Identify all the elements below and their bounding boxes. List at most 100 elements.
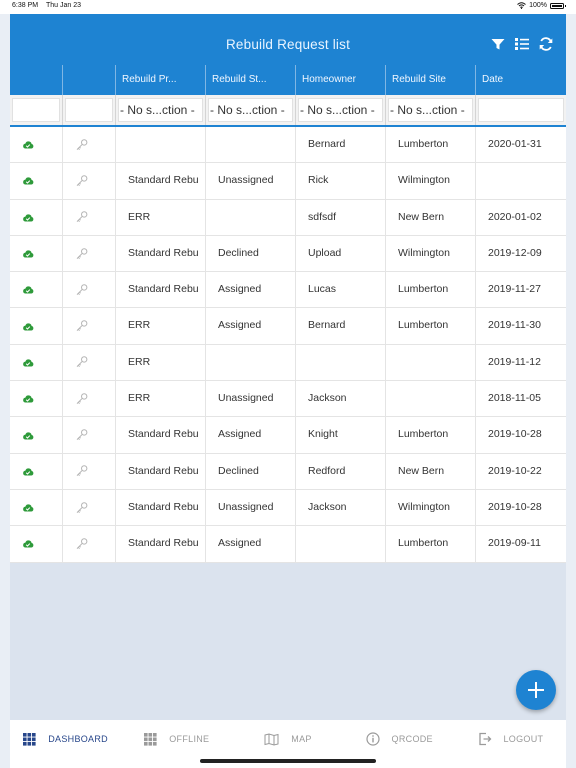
key-icon[interactable] bbox=[63, 308, 116, 344]
table-row[interactable]: ERR sdfsdf New Bern 2020-01-02 bbox=[10, 199, 566, 236]
cell-site: New Bern bbox=[386, 199, 476, 235]
cell-homeowner: Redford bbox=[296, 453, 386, 489]
key-icon[interactable] bbox=[63, 127, 116, 163]
cell-date bbox=[476, 163, 566, 198]
column-header[interactable] bbox=[10, 65, 63, 95]
cloud-synced-icon[interactable] bbox=[10, 417, 63, 453]
cloud-synced-icon[interactable] bbox=[10, 163, 63, 199]
cell-date: 2020-01-31 bbox=[488, 138, 542, 150]
status-date: Thu Jan 23 bbox=[46, 2, 82, 9]
cell-homeowner: Upload bbox=[296, 235, 386, 272]
table-row[interactable]: ERR Unassigned Jackson 2018-11-05 bbox=[10, 381, 566, 418]
cell-site: Lumberton bbox=[386, 127, 476, 163]
filter-select-program[interactable]: - No s...ction - bbox=[118, 98, 203, 122]
cell-site: Lumberton bbox=[386, 417, 476, 453]
cell-site: Wilmington bbox=[386, 489, 476, 526]
cell-homeowner: Rick bbox=[296, 163, 386, 199]
table-row[interactable]: Standard Rebu Unassigned Jackson Wilmington… bbox=[10, 489, 566, 527]
cell-site: Wilmington bbox=[386, 235, 476, 272]
cloud-synced-icon[interactable] bbox=[10, 344, 63, 381]
cell-site: Lumberton bbox=[386, 526, 476, 562]
table-row[interactable]: Standard Rebu Assigned Lucas Lumberton 2019-… bbox=[10, 272, 566, 309]
table-row[interactable]: Standard Rebu Assigned Knight Lumberton 2019… bbox=[10, 417, 566, 454]
filter-input[interactable] bbox=[65, 98, 113, 122]
key-icon[interactable] bbox=[63, 526, 116, 562]
cell-status: Assigned bbox=[206, 417, 296, 453]
wifi-icon bbox=[517, 2, 526, 9]
column-header-rebuild-program[interactable]: Rebuild Pr... bbox=[116, 65, 206, 95]
cloud-synced-icon[interactable] bbox=[10, 489, 63, 526]
cell-homeowner bbox=[296, 344, 386, 381]
key-icon[interactable] bbox=[63, 381, 116, 417]
status-right: 100% bbox=[517, 2, 566, 9]
nav-item-logout[interactable]: LOGOUT bbox=[455, 720, 566, 768]
key-icon[interactable] bbox=[63, 344, 116, 381]
cell-status: Assigned bbox=[206, 308, 296, 344]
filter-select-homeowner[interactable]: - No s...ction - bbox=[298, 98, 383, 122]
cell-site: Wilmington bbox=[386, 163, 476, 199]
cell-program: Standard Rebu bbox=[116, 235, 206, 272]
cell-program: ERR bbox=[116, 344, 206, 381]
key-icon[interactable] bbox=[63, 417, 116, 453]
table-row[interactable]: Standard Rebu Declined Redford New Bern 2019… bbox=[10, 453, 566, 490]
nav-label: OFFLINE bbox=[169, 734, 210, 744]
nav-item-dashboard[interactable]: DASHBOARD bbox=[10, 720, 121, 768]
key-icon[interactable] bbox=[63, 489, 116, 526]
table-row[interactable]: ERR 2019-11-12 bbox=[10, 344, 566, 382]
column-header-rebuild-status[interactable]: Rebuild St... bbox=[206, 65, 296, 95]
table-row[interactable]: Standard Rebu Unassigned Rick Wilmington bbox=[10, 163, 566, 200]
cloud-synced-icon[interactable] bbox=[10, 526, 63, 562]
rebuild-request-table: Rebuild Pr... Rebuild St... Homeowner Re… bbox=[10, 65, 566, 563]
nav-label: QRCODE bbox=[391, 734, 433, 744]
key-icon[interactable] bbox=[63, 199, 116, 235]
cell-program: ERR bbox=[116, 199, 206, 235]
key-icon[interactable] bbox=[63, 163, 116, 199]
cell-site: Lumberton bbox=[386, 308, 476, 344]
cloud-synced-icon[interactable] bbox=[10, 381, 63, 417]
nav-label: DASHBOARD bbox=[48, 734, 108, 744]
battery-icon bbox=[550, 2, 566, 9]
add-request-button[interactable] bbox=[516, 670, 556, 710]
cloud-synced-icon[interactable] bbox=[10, 272, 63, 308]
refresh-icon[interactable] bbox=[538, 36, 554, 52]
status-time: 6:38 PM bbox=[12, 2, 39, 9]
cloud-synced-icon[interactable] bbox=[10, 127, 63, 163]
filter-input-date[interactable] bbox=[478, 98, 564, 122]
key-icon[interactable] bbox=[63, 453, 116, 489]
cell-program: Standard Rebu bbox=[116, 272, 206, 308]
filter-icon[interactable] bbox=[490, 36, 506, 52]
info-icon bbox=[365, 732, 380, 746]
cell-status bbox=[206, 127, 296, 163]
key-icon[interactable] bbox=[63, 235, 116, 272]
cell-status bbox=[206, 199, 296, 235]
table-row[interactable]: Bernard Lumberton 2020-01-31 bbox=[10, 127, 566, 164]
list-icon[interactable] bbox=[514, 36, 530, 52]
filter-select-site[interactable]: - No s...ction - bbox=[388, 98, 473, 122]
column-header-homeowner[interactable]: Homeowner bbox=[296, 65, 386, 95]
cloud-synced-icon[interactable] bbox=[10, 235, 63, 272]
filter-input[interactable] bbox=[12, 98, 60, 122]
cloud-synced-icon[interactable] bbox=[10, 199, 63, 235]
cloud-synced-icon[interactable] bbox=[10, 453, 63, 489]
cell-program: ERR bbox=[116, 308, 206, 344]
cell-status: Declined bbox=[206, 235, 296, 272]
key-icon[interactable] bbox=[63, 272, 116, 308]
cell-date: 2020-01-02 bbox=[488, 210, 542, 223]
cell-date: 2019-11-27 bbox=[488, 283, 541, 296]
table-row[interactable]: Standard Rebu Declined Upload Wilmington 201… bbox=[10, 235, 566, 273]
cell-site bbox=[386, 344, 476, 381]
filter-select-status[interactable]: - No s...ction - bbox=[208, 98, 293, 122]
cloud-synced-icon[interactable] bbox=[10, 308, 63, 344]
cell-date: 2019-10-28 bbox=[488, 428, 542, 441]
column-header[interactable] bbox=[63, 65, 116, 95]
cell-program: Standard Rebu bbox=[116, 417, 206, 453]
column-header-rebuild-site[interactable]: Rebuild Site bbox=[386, 65, 476, 95]
column-header-date[interactable]: Date bbox=[476, 65, 566, 95]
cell-date: 2019-12-09 bbox=[488, 246, 542, 259]
cell-status: Unassigned bbox=[206, 381, 296, 417]
plus-icon bbox=[528, 682, 544, 698]
table-row[interactable]: Standard Rebu Assigned Lumberton 2019-09-11 bbox=[10, 526, 566, 563]
table-row[interactable]: ERR Assigned Bernard Lumberton 2019-11-30 bbox=[10, 308, 566, 345]
cell-program: Standard Rebu bbox=[116, 453, 206, 489]
status-bar: 6:38 PM Thu Jan 23 100% bbox=[0, 0, 576, 14]
